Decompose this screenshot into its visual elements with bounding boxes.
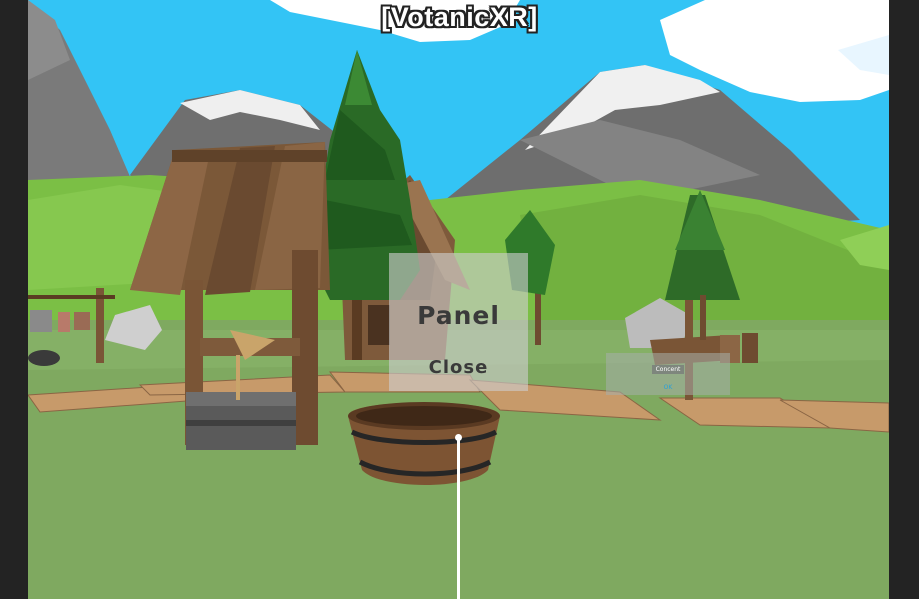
distant-panel-ok[interactable]: OK (663, 384, 673, 392)
close-button[interactable]: Close (409, 353, 508, 383)
distant-ui-panel: Concent OK (606, 353, 730, 395)
panel-title: Panel (417, 301, 500, 330)
pointer-ray (457, 437, 460, 599)
wooden-tub (348, 402, 500, 485)
ui-panel: Panel Close (389, 253, 528, 391)
app-title: [VotanicXR] (381, 2, 538, 32)
pointer-cursor-dot (455, 434, 462, 441)
distant-panel-button[interactable]: Concent (652, 365, 684, 374)
